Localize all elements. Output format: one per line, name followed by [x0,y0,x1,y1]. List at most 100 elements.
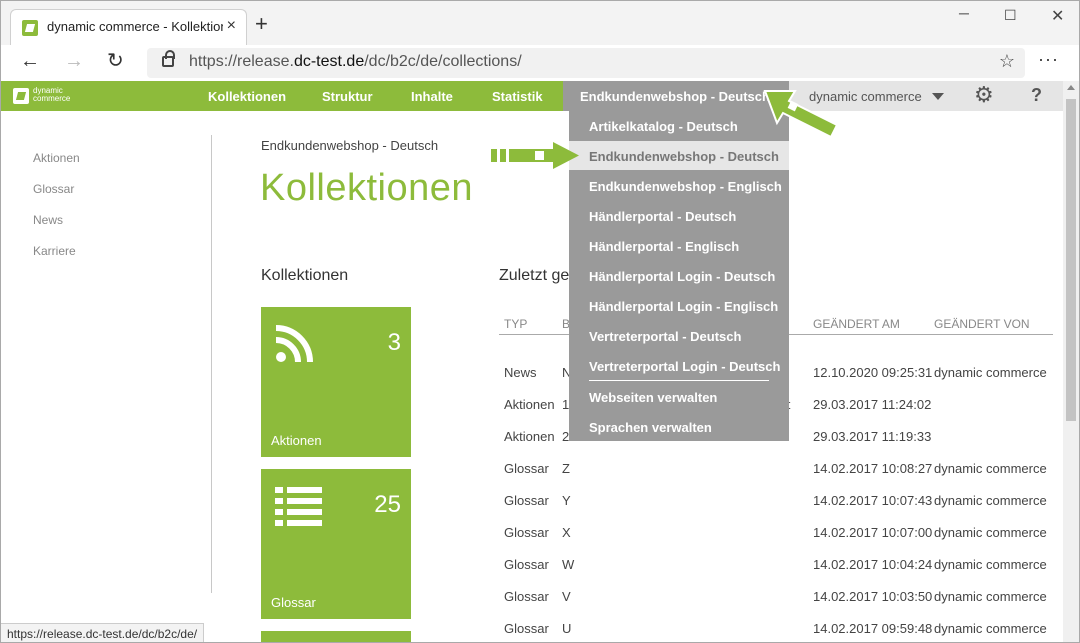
cell-changed-date: 14.02.2017 10:07:00 [813,525,933,540]
rss-icon [275,325,313,363]
dropdown-item[interactable]: Endkundenwebshop - Englisch [589,179,782,194]
cell-typ: Glossar [504,621,549,636]
cell-changed-date: 14.02.2017 10:07:43 [813,493,933,508]
list-icon [275,487,322,526]
column-header-geaendert-am: GEÄNDERT AM [813,317,900,331]
cell-changed-by: dynamic commerce [934,589,1047,604]
sidebar-item-glossar[interactable]: Glossar [33,182,74,196]
cell-typ: Glossar [504,525,549,540]
nav-struktur[interactable]: Struktur [322,89,373,104]
logo-icon[interactable] [13,88,29,104]
chevron-down-icon [932,93,944,100]
cell-typ: Glossar [504,589,549,604]
logo-text: dynamic commerce [33,86,71,103]
cell-changed-date: 29.03.2017 11:24:02 [813,397,932,412]
vertical-scrollbar[interactable] [1063,81,1079,642]
column-header-typ: TYP [504,317,528,331]
cell-changed-date: 14.02.2017 10:04:24 [813,557,933,572]
cell-bezeichnung: Z [562,461,570,476]
shop-selector[interactable]: Endkundenwebshop - Deutsch [563,81,789,111]
annotation-arrow-icon [491,142,579,169]
cell-typ: Glossar [504,461,549,476]
browser-window: dynamic commerce - Kollektione × + ─ ☐ ✕… [0,0,1080,643]
lock-icon [162,50,175,67]
dropdown-action[interactable]: Webseiten verwalten [589,390,717,405]
scrollbar-thumb[interactable] [1066,99,1076,421]
tab-strip: dynamic commerce - Kollektione × + ─ ☐ ✕ [1,1,1079,45]
help-button[interactable]: ? [1011,81,1063,111]
dropdown-item[interactable]: Händlerportal - Englisch [589,239,739,254]
favorite-star-icon[interactable]: ☆ [999,51,1015,72]
settings-button[interactable]: ⚙ [961,81,1011,111]
cell-bezeichnung: V [562,589,571,604]
dropdown-item[interactable]: Händlerportal Login - Englisch [589,299,778,314]
nav-inhalte[interactable]: Inhalte [411,89,453,104]
back-icon[interactable]: ← [20,51,40,71]
cell-typ: News [504,365,537,380]
refresh-icon[interactable]: ↻ [107,51,124,71]
cell-changed-date: 14.02.2017 10:08:27 [813,461,933,476]
minimize-icon[interactable]: ─ [959,5,969,21]
dropdown-item[interactable]: Händlerportal - Deutsch [589,209,736,224]
dropdown-action[interactable]: Sprachen verwalten [589,420,712,435]
tile-count: 25 [374,491,401,518]
shop-dropdown-menu: Artikelkatalog - Deutsch Endkundenwebshop… [569,111,789,441]
app-header: dynamic commerce Kollektionen Struktur I… [1,81,1063,118]
dropdown-item[interactable]: Vertreterportal - Deutsch [589,329,741,344]
new-tab-button[interactable]: + [255,13,268,35]
cell-changed-by: dynamic commerce [934,461,1047,476]
cell-typ: Glossar [504,493,549,508]
tab-title: dynamic commerce - Kollektione [47,19,223,34]
recent-heading: Zuletzt ge [499,267,570,284]
nav-kollektionen[interactable]: Kollektionen [208,89,286,118]
cell-bezeichnung: W [562,557,575,572]
favicon-icon [22,20,38,36]
cell-bezeichnung: X [562,525,571,540]
cell-typ: Aktionen [504,397,555,412]
tab-close-icon[interactable]: × [227,18,236,34]
cell-bezeichnung: U [562,621,572,636]
sidebar-item-news[interactable]: News [33,213,63,227]
forward-icon[interactable]: → [64,51,84,71]
address-bar-row: ← → ↻ https://release.dc-test.de/dc/b2c/… [1,45,1079,81]
dropdown-item[interactable]: Händlerportal Login - Deutsch [589,269,775,284]
url-text: https://release.dc-test.de/dc/b2c/de/col… [189,53,522,70]
cell-typ: Glossar [504,557,549,572]
tile-label: Glossar [271,595,316,610]
cell-changed-by: dynamic commerce [934,621,1047,636]
gear-icon: ⚙ [974,82,994,107]
scroll-up-icon[interactable] [1067,85,1075,90]
dropdown-item[interactable]: Endkundenwebshop - Deutsch [589,149,779,164]
dropdown-item[interactable]: Vertreterportal Login - Deutsch [589,359,780,374]
annotation-arrow-icon [763,90,839,139]
maximize-icon[interactable]: ☐ [1004,7,1017,24]
window-close-icon[interactable]: ✕ [1051,6,1064,26]
cell-changed-date: 12.10.2020 09:25:31 [813,365,933,380]
sidebar-item-karriere[interactable]: Karriere [33,244,76,258]
dropdown-separator [589,380,769,381]
cell-changed-date: 29.03.2017 11:19:33 [813,429,932,444]
tile-label: Aktionen [271,433,322,448]
column-header-geaendert-von: GEÄNDERT VON [934,317,1030,331]
collection-tile-glossar[interactable]: 25 Glossar [261,469,411,619]
collection-tile-aktionen[interactable]: 3 Aktionen [261,307,411,457]
browser-tab[interactable]: dynamic commerce - Kollektione × [10,9,247,45]
more-menu-icon[interactable]: ··· [1038,49,1059,70]
status-bar-url: https://release.dc-test.de/dc/b2c/de/ [1,623,205,642]
cell-changed-by: dynamic commerce [934,557,1047,572]
cell-changed-by: dynamic commerce [934,493,1047,508]
sidebar-item-aktionen[interactable]: Aktionen [33,151,80,165]
cell-changed-by: dynamic commerce [934,525,1047,540]
page-title: Kollektionen [260,167,474,209]
sidebar-divider [211,135,212,593]
tile-count: 3 [387,329,401,356]
collection-tile[interactable] [261,631,411,642]
collections-heading: Kollektionen [261,267,349,284]
nav-statistik[interactable]: Statistik [492,89,543,104]
cell-bezeichnung: Y [562,493,571,508]
url-field[interactable]: https://release.dc-test.de/dc/b2c/de/col… [147,48,1025,78]
breadcrumb: Endkundenwebshop - Deutsch [261,138,439,153]
dropdown-item[interactable]: Artikelkatalog - Deutsch [589,119,738,134]
cell-typ: Aktionen [504,429,555,444]
shop-selector-label: Endkundenwebshop - Deutsch [580,89,770,104]
